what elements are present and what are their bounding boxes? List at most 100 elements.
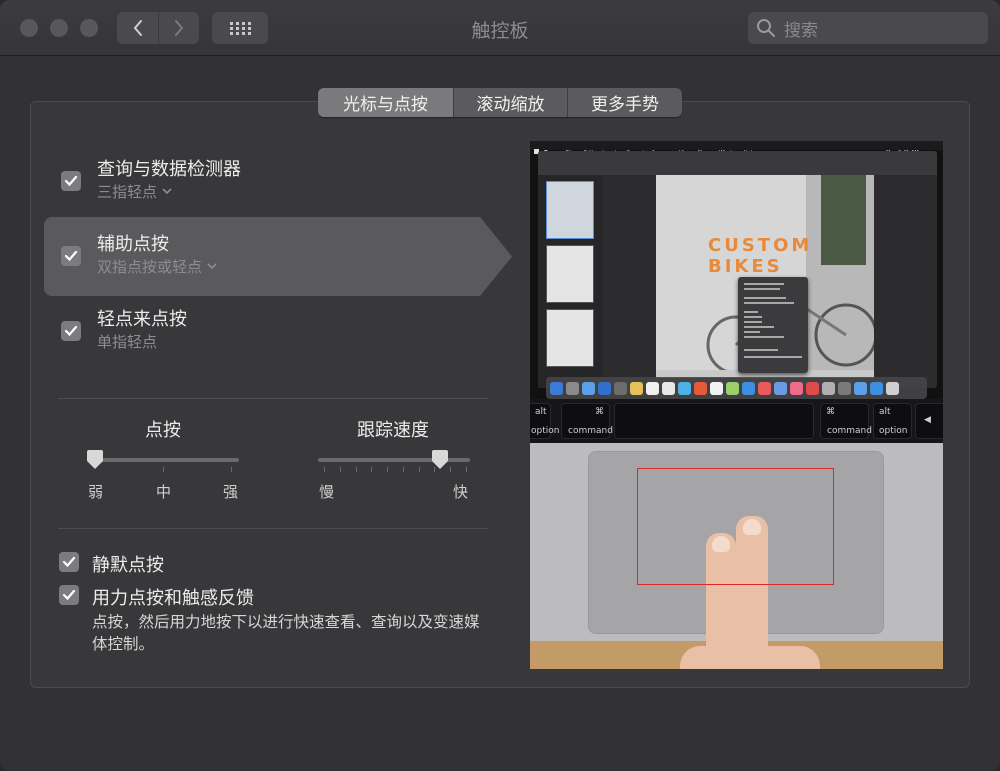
click-slider-label-light: 弱: [88, 483, 104, 501]
preview-doc-title: CUSTOM BIKES: [708, 235, 813, 277]
preview-dock-app-icon: [870, 381, 883, 395]
preview-dock-app-icon: [550, 381, 563, 395]
preview-dock-app-icon: [614, 381, 627, 395]
preview-key-option: alt option: [530, 403, 559, 439]
preview-dock-app-icon: [646, 381, 659, 395]
preview-dock-app-icon: [726, 381, 739, 395]
preview-dock-app-icon: [838, 381, 851, 395]
slider-tick: [418, 467, 420, 472]
preview-context-menu: [738, 277, 808, 373]
slider-tick: [466, 467, 467, 472]
slider-tick: [231, 467, 232, 472]
checkmark-icon: [62, 556, 76, 568]
lookup-gesture-dropdown[interactable]: 三指轻点: [97, 181, 172, 202]
preview-thumbnail: [546, 309, 594, 367]
silent-clicking-label: 静默点按: [92, 555, 164, 576]
tap-to-click-label: 轻点来点按: [97, 309, 187, 330]
lookup-data-detectors-checkbox[interactable]: [61, 171, 81, 191]
preview-key-arrow: ◀: [915, 403, 943, 439]
preview-thumbnail: [546, 245, 594, 303]
preview-menu-item: [744, 288, 780, 290]
preview-menu-item: [744, 349, 778, 351]
title-bar: 触控板 搜索: [0, 0, 1000, 56]
secondary-click-dropdown[interactable]: 双指点按或轻点: [97, 256, 217, 277]
chevron-down-icon: [162, 188, 172, 195]
search-placeholder: 搜索: [784, 20, 818, 41]
preview-dock-app-icon: [854, 381, 867, 395]
preview-dock-app-icon: [630, 381, 643, 395]
preview-toolbar: [538, 151, 937, 175]
preview-dock-app-icon: [742, 381, 755, 395]
preview-dock-app-icon: [886, 381, 899, 395]
preview-page-thumbnails: [538, 175, 602, 388]
preview-dock-app-icon: [758, 381, 771, 395]
click-slider-title: 点按: [145, 420, 181, 441]
preview-thumbnail: [546, 181, 594, 239]
checkmark-icon: [64, 325, 78, 337]
slider-tick: [450, 467, 452, 472]
preview-menu-item: [744, 283, 784, 285]
preview-menu-item: [744, 297, 786, 299]
search-field[interactable]: 搜索: [748, 12, 988, 44]
divider: [58, 398, 488, 399]
preview-dock-app-icon: [822, 381, 835, 395]
preview-gesture-highlight: [637, 468, 834, 585]
checkmark-icon: [62, 589, 76, 601]
tracking-speed-label-fast: 快: [453, 483, 469, 501]
slider-tick: [371, 467, 373, 472]
preview-key-space: [614, 403, 814, 439]
lookup-data-detectors-label: 查询与数据检测器: [97, 159, 241, 180]
preview-dock: [546, 377, 927, 399]
tracking-speed-title: 跟踪速度: [357, 420, 429, 441]
tab-bar: 光标与点按 滚动缩放 更多手势: [318, 88, 682, 117]
secondary-click-checkbox[interactable]: [61, 246, 81, 266]
preview-key-command: ⌘ command: [820, 403, 872, 439]
silent-clicking-checkbox[interactable]: [59, 552, 79, 572]
slider-tick: [339, 467, 341, 472]
slider-tick: [163, 467, 164, 472]
slider-tick: [324, 467, 325, 472]
trackpad-preferences-window: 触控板 搜索 光标与点按 滚动缩放 更多手势 查询与数据检测器 三指轻点 辅助点…: [0, 0, 1000, 771]
preview-dock-app-icon: [598, 381, 611, 395]
preview-menu-item: [744, 316, 762, 318]
slider-tick: [402, 467, 404, 472]
preview-menu-item: [744, 356, 802, 358]
preview-dock-app-icon: [790, 381, 803, 395]
preview-pages-app: CUSTOM BIKES: [538, 151, 937, 388]
preview-menubar: PagesFileEditInsertFormatArrangeViewShar…: [530, 141, 943, 156]
force-click-checkbox[interactable]: [59, 585, 79, 605]
force-click-label: 用力点按和触感反馈: [92, 588, 254, 609]
checkmark-icon: [64, 175, 78, 187]
tap-to-click-checkbox[interactable]: [61, 321, 81, 341]
lookup-gesture-value: 三指轻点: [97, 183, 158, 201]
preview-dock-app-icon: [774, 381, 787, 395]
preview-dock-app-icon: [694, 381, 707, 395]
preview-menu-item: [744, 321, 762, 323]
divider: [58, 528, 488, 529]
preview-menu-item: [744, 331, 760, 333]
preview-dock-app-icon: [582, 381, 595, 395]
gesture-preview-video: PagesFileEditInsertFormatArrangeViewShar…: [530, 141, 943, 669]
secondary-click-label: 辅助点按: [97, 234, 169, 255]
click-slider-label-firm: 强: [223, 483, 239, 501]
preview-menu-item: [744, 311, 758, 313]
tab-point-and-click[interactable]: 光标与点按: [318, 88, 453, 117]
force-click-description: 点按，然后用力地按下以进行快速查看、查询以及变速媒体控制。: [92, 613, 480, 653]
tracking-speed-knob[interactable]: [431, 450, 449, 470]
checkmark-icon: [64, 250, 78, 262]
tab-more-gestures[interactable]: 更多手势: [567, 88, 682, 117]
tab-scroll-and-zoom[interactable]: 滚动缩放: [453, 88, 567, 117]
tracking-speed-label-slow: 慢: [319, 483, 335, 501]
preview-menu-item: [744, 336, 784, 338]
chevron-down-icon: [207, 263, 217, 270]
preview-dock-app-icon: [710, 381, 723, 395]
search-icon: [757, 19, 775, 37]
click-slider-track[interactable]: [88, 458, 239, 462]
preview-dock-app-icon: [662, 381, 675, 395]
secondary-click-value: 双指点按或轻点: [97, 258, 203, 276]
click-slider-knob[interactable]: [86, 450, 104, 470]
preview-menu-item: [744, 302, 794, 304]
slider-tick: [355, 467, 357, 472]
preview-dock-app-icon: [678, 381, 691, 395]
tap-to-click-subtitle: 单指轻点: [97, 333, 158, 351]
